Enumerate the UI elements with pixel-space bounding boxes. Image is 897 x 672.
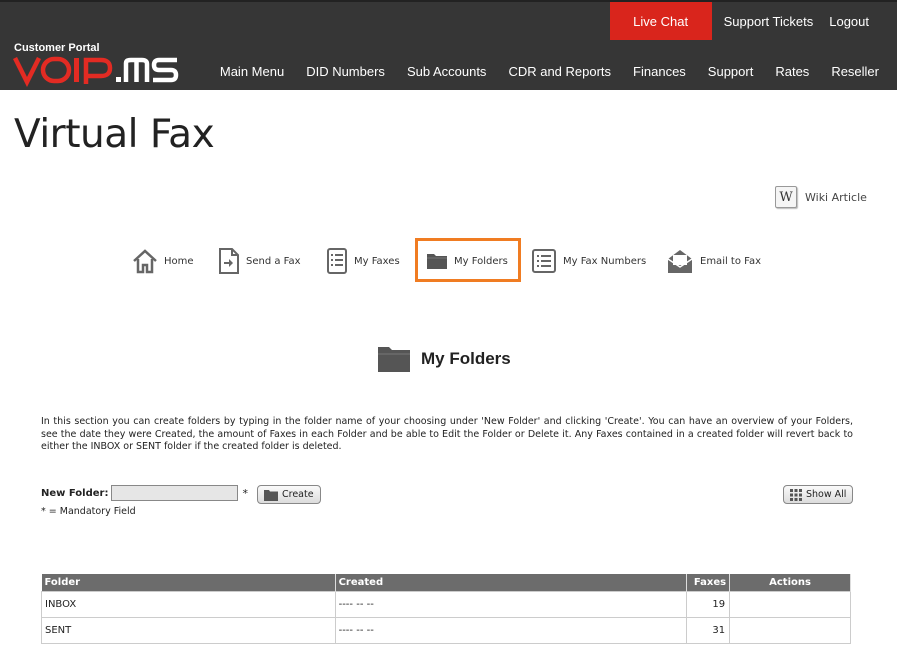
header-actions: Actions bbox=[729, 574, 851, 591]
header-folder[interactable]: Folder bbox=[41, 574, 336, 591]
tab-email-to-fax-label: Email to Fax bbox=[700, 255, 762, 267]
actions-cell bbox=[729, 616, 851, 644]
header-faxes[interactable]: Faxes bbox=[686, 574, 731, 591]
voipms-logo-mark bbox=[12, 56, 179, 88]
tab-email-to-fax[interactable]: Email to Fax bbox=[666, 243, 761, 279]
envelope-icon bbox=[667, 250, 693, 273]
section-heading: My Folders bbox=[377, 344, 511, 374]
home-icon bbox=[133, 249, 157, 274]
mandatory-note: * = Mandatory Field bbox=[41, 506, 136, 517]
tab-my-fax-numbers-label: My Fax Numbers bbox=[563, 255, 647, 267]
nav-support[interactable]: Support bbox=[708, 64, 754, 79]
voipms-logo[interactable] bbox=[12, 53, 199, 91]
faxes-cell: 19 bbox=[686, 590, 731, 618]
page-title: Virtual Fax bbox=[14, 112, 215, 157]
grid-icon bbox=[790, 488, 802, 501]
create-button-label: Create bbox=[282, 489, 314, 500]
nav-finances[interactable]: Finances bbox=[633, 64, 686, 79]
new-folder-row: New Folder: * bbox=[41, 485, 248, 501]
tab-my-fax-numbers[interactable]: My Fax Numbers bbox=[531, 243, 646, 279]
wiki-article-label: Wiki Article bbox=[805, 190, 867, 204]
fax-subnav: Home Send a Fax My Faxes My Folders My F… bbox=[0, 243, 897, 279]
folder-cell[interactable]: SENT bbox=[41, 616, 336, 644]
tab-home[interactable]: Home bbox=[132, 243, 194, 279]
table-row: INBOX ---- -- -- 19 bbox=[41, 590, 851, 618]
tab-my-folders-label: My Folders bbox=[454, 255, 508, 267]
send-fax-icon bbox=[219, 248, 239, 274]
nav-did-numbers[interactable]: DID Numbers bbox=[306, 64, 385, 79]
faxes-cell: 31 bbox=[686, 616, 731, 644]
site-header: Live Chat Support Tickets Logout Custome… bbox=[0, 0, 897, 90]
folder-icon bbox=[378, 347, 410, 372]
new-folder-label: New Folder: bbox=[41, 487, 109, 499]
tab-send-a-fax-label: Send a Fax bbox=[246, 255, 301, 267]
folders-table: Folder Created Faxes Actions INBOX ---- … bbox=[41, 574, 851, 644]
main-nav: Main Menu DID Numbers Sub Accounts CDR a… bbox=[198, 64, 879, 79]
nav-reseller[interactable]: Reseller bbox=[831, 64, 879, 79]
wiki-article-link[interactable]: W Wiki Article bbox=[775, 186, 867, 208]
folder-cell[interactable]: INBOX bbox=[41, 590, 336, 618]
nav-main-menu[interactable]: Main Menu bbox=[220, 64, 284, 79]
nav-rates[interactable]: Rates bbox=[775, 64, 809, 79]
created-cell: ---- -- -- bbox=[334, 616, 688, 644]
table-row: SENT ---- -- -- 31 bbox=[41, 616, 851, 644]
wikipedia-icon: W bbox=[775, 186, 797, 208]
tab-home-label: Home bbox=[164, 255, 194, 267]
create-button[interactable]: Create bbox=[257, 485, 321, 504]
actions-cell bbox=[729, 590, 851, 618]
tab-my-folders[interactable]: My Folders bbox=[426, 243, 508, 279]
support-tickets-link[interactable]: Support Tickets bbox=[716, 2, 822, 40]
show-all-button-label: Show All bbox=[806, 489, 847, 500]
tab-send-a-fax[interactable]: Send a Fax bbox=[218, 243, 301, 279]
created-cell: ---- -- -- bbox=[334, 590, 688, 618]
new-folder-input[interactable] bbox=[111, 485, 239, 501]
list-icon bbox=[327, 248, 347, 274]
header-created[interactable]: Created bbox=[335, 574, 688, 591]
top-links: Live Chat Support Tickets Logout bbox=[609, 2, 897, 40]
logout-link[interactable]: Logout bbox=[821, 2, 897, 40]
tab-my-faxes[interactable]: My Faxes bbox=[326, 243, 400, 279]
list-icon bbox=[532, 249, 556, 273]
section-description: In this section you can create folders b… bbox=[41, 416, 853, 452]
section-title: My Folders bbox=[421, 349, 511, 368]
tab-my-faxes-label: My Faxes bbox=[354, 255, 400, 267]
folder-icon bbox=[427, 254, 447, 269]
nav-cdr-and-reports[interactable]: CDR and Reports bbox=[508, 64, 611, 79]
live-chat-button[interactable]: Live Chat bbox=[609, 2, 712, 40]
nav-sub-accounts[interactable]: Sub Accounts bbox=[407, 64, 487, 79]
folder-icon bbox=[264, 489, 278, 501]
table-header-row: Folder Created Faxes Actions bbox=[41, 574, 851, 591]
required-mark: * bbox=[242, 486, 248, 500]
show-all-button[interactable]: Show All bbox=[783, 485, 854, 504]
